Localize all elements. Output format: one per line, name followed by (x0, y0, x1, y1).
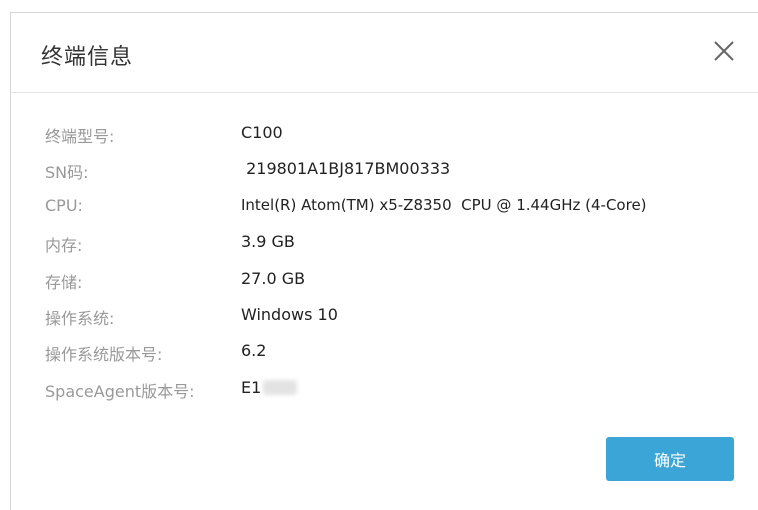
info-row-os-version: 操作系统版本号: 6.2 (11, 337, 758, 373)
info-value: C100 (241, 123, 283, 142)
info-value-wrap: E1 (241, 377, 298, 397)
info-label: SpaceAgent版本号: (45, 381, 195, 401)
info-row-memory: 内存: 3.9 GB (11, 228, 758, 264)
info-label: 内存: (45, 236, 83, 256)
info-label: 操作系统: (45, 308, 115, 328)
info-value: E1 (241, 377, 262, 397)
info-value: Intel(R) Atom(TM) x5-Z8350 CPU @ 1.44GHz… (241, 195, 647, 214)
info-label: 存储: (45, 272, 83, 292)
info-label: CPU: (45, 195, 83, 215)
info-row-os: 操作系统: Windows 10 (11, 301, 758, 337)
info-value: 219801A1BJ817BM00333 (241, 159, 451, 179)
info-row-cpu: CPU: Intel(R) Atom(TM) x5-Z8350 CPU @ 1.… (11, 192, 758, 228)
info-row-sn: SN码: 219801A1BJ817BM00333 (11, 155, 758, 191)
info-label: 终端型号: (45, 127, 115, 146)
info-label: SN码: (45, 163, 89, 183)
terminal-info-dialog: 终端信息 终端型号: C100 SN码: 219801A1BJ817BM0033… (10, 12, 758, 510)
info-value: 3.9 GB (241, 232, 295, 252)
dialog-title: 终端信息 (41, 45, 134, 70)
confirm-button[interactable]: 确定 (606, 437, 734, 481)
info-row-agent-version: SpaceAgent版本号: E1 (11, 374, 758, 410)
info-label: 操作系统版本号: (45, 345, 163, 365)
close-button[interactable] (710, 37, 738, 65)
info-row-storage: 存储: 27.0 GB (11, 265, 758, 301)
info-value: 6.2 (241, 341, 267, 361)
dialog-header: 终端信息 (11, 13, 758, 93)
info-row-model: 终端型号: C100 (11, 119, 758, 155)
info-list: 终端型号: C100 SN码: 219801A1BJ817BM00333 CPU… (11, 119, 758, 410)
redacted-value (263, 379, 298, 395)
info-value: Windows 10 (241, 304, 338, 324)
info-value: 27.0 GB (241, 268, 306, 288)
close-icon (714, 41, 734, 61)
